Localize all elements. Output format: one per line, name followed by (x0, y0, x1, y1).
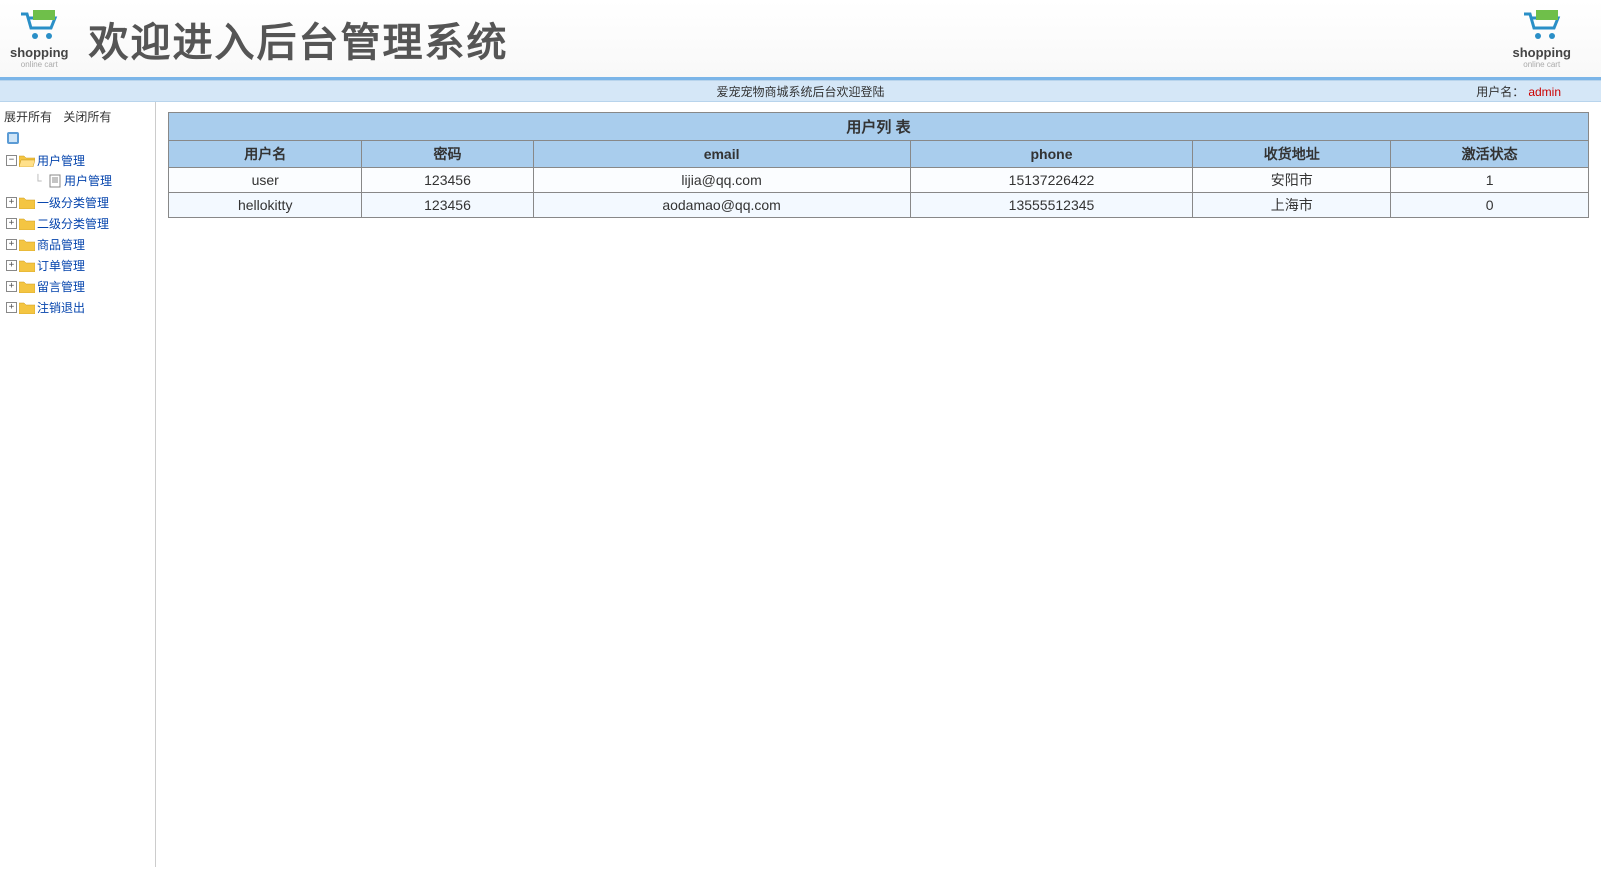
cell-active: 0 (1391, 193, 1589, 218)
expand-icon[interactable]: + (6, 281, 17, 292)
logo-left: shopping online cart (10, 8, 69, 69)
cell-username: user (169, 168, 362, 193)
tree-node-6[interactable]: + 注销退出 (2, 298, 153, 317)
folder-icon (19, 217, 35, 230)
username-value: admin (1528, 85, 1561, 99)
tree-node-0[interactable]: − 用户管理 (2, 151, 153, 170)
cell-active: 1 (1391, 168, 1589, 193)
expand-icon[interactable]: + (6, 260, 17, 271)
folder-icon (19, 154, 35, 167)
tree-node-3[interactable]: + 商品管理 (2, 235, 153, 254)
logo-text: shopping (1513, 45, 1572, 60)
cell-email: lijia@qq.com (533, 168, 910, 193)
tree-node-label[interactable]: 一级分类管理 (37, 194, 109, 211)
tree-node-1[interactable]: + 一级分类管理 (2, 193, 153, 212)
user-label: 用户名： (1476, 85, 1524, 99)
tree-node-label[interactable]: 注销退出 (37, 299, 85, 316)
table-row: user123456lijia@qq.com15137226422安阳市1 (169, 168, 1589, 193)
folder-icon (19, 196, 35, 209)
tree-line-icon: └ (30, 174, 46, 188)
table-row: hellokitty123456aodamao@qq.com1355551234… (169, 193, 1589, 218)
logo-text: shopping (10, 45, 69, 60)
welcome-text: 爱宠宠物商城系统后台欢迎登陆 (716, 83, 884, 100)
tree-node-4[interactable]: + 订单管理 (2, 256, 153, 275)
column-header-0: 用户名 (169, 141, 362, 168)
shopping-cart-icon (1518, 8, 1566, 47)
tree-root-icon (2, 129, 153, 150)
nav-tree: −用户管理└用户管理+一级分类管理+二级分类管理+商品管理+订单管理+留言管理+… (2, 150, 153, 318)
logo-subtext: online cart (1523, 60, 1560, 69)
cell-phone: 15137226422 (910, 168, 1193, 193)
cell-phone: 13555512345 (910, 193, 1193, 218)
cell-email: aodamao@qq.com (533, 193, 910, 218)
expand-icon[interactable]: + (6, 218, 17, 229)
user-table: 用户名密码emailphone收货地址激活状态 user123456lijia@… (168, 140, 1589, 218)
column-header-3: phone (910, 141, 1193, 168)
folder-icon (19, 259, 35, 272)
cell-username: hellokitty (169, 193, 362, 218)
tree-node-label[interactable]: 留言管理 (37, 278, 85, 295)
tree-node-label[interactable]: 商品管理 (37, 236, 85, 253)
expand-icon[interactable]: + (6, 197, 17, 208)
page-title: 欢迎进入后台管理系统 (89, 10, 509, 68)
user-info: 用户名： admin (1476, 83, 1561, 100)
tree-node-label[interactable]: 用户管理 (37, 152, 85, 169)
cell-address: 上海市 (1193, 193, 1391, 218)
tree-node-label[interactable]: 二级分类管理 (37, 215, 109, 232)
tree-node-label[interactable]: 订单管理 (37, 257, 85, 274)
file-icon (48, 174, 62, 188)
folder-icon (19, 301, 35, 314)
table-title: 用户列 表 (168, 112, 1589, 140)
folder-icon (19, 238, 35, 251)
column-header-2: email (533, 141, 910, 168)
shopping-cart-icon (15, 8, 63, 47)
topbar: 爱宠宠物商城系统后台欢迎登陆 用户名： admin (0, 80, 1601, 102)
expand-icon[interactable]: + (6, 239, 17, 250)
logo-subtext: online cart (21, 60, 58, 69)
cell-address: 安阳市 (1193, 168, 1391, 193)
header: shopping online cart 欢迎进入后台管理系统 shopping… (0, 0, 1601, 80)
collapse-icon[interactable]: − (6, 155, 17, 166)
collapse-all-link[interactable]: 关闭所有 (63, 110, 111, 124)
folder-icon (19, 280, 35, 293)
expand-icon[interactable]: + (6, 302, 17, 313)
expand-all-link[interactable]: 展开所有 (4, 110, 52, 124)
tree-actions: 展开所有 关闭所有 (2, 106, 153, 129)
tree-node-2[interactable]: + 二级分类管理 (2, 214, 153, 233)
column-header-1: 密码 (362, 141, 533, 168)
column-header-4: 收货地址 (1193, 141, 1391, 168)
tree-leaf-0-0[interactable]: └ 用户管理 (2, 171, 153, 190)
sidebar: 展开所有 关闭所有 −用户管理└用户管理+一级分类管理+二级分类管理+商品管理+… (0, 102, 156, 867)
tree-node-5[interactable]: + 留言管理 (2, 277, 153, 296)
column-header-5: 激活状态 (1391, 141, 1589, 168)
cell-password: 123456 (362, 193, 533, 218)
logo-right: shopping online cart (1513, 8, 1572, 69)
cell-password: 123456 (362, 168, 533, 193)
tree-leaf-label[interactable]: 用户管理 (64, 172, 112, 189)
main-content: 用户列 表 用户名密码emailphone收货地址激活状态 user123456… (156, 102, 1601, 867)
